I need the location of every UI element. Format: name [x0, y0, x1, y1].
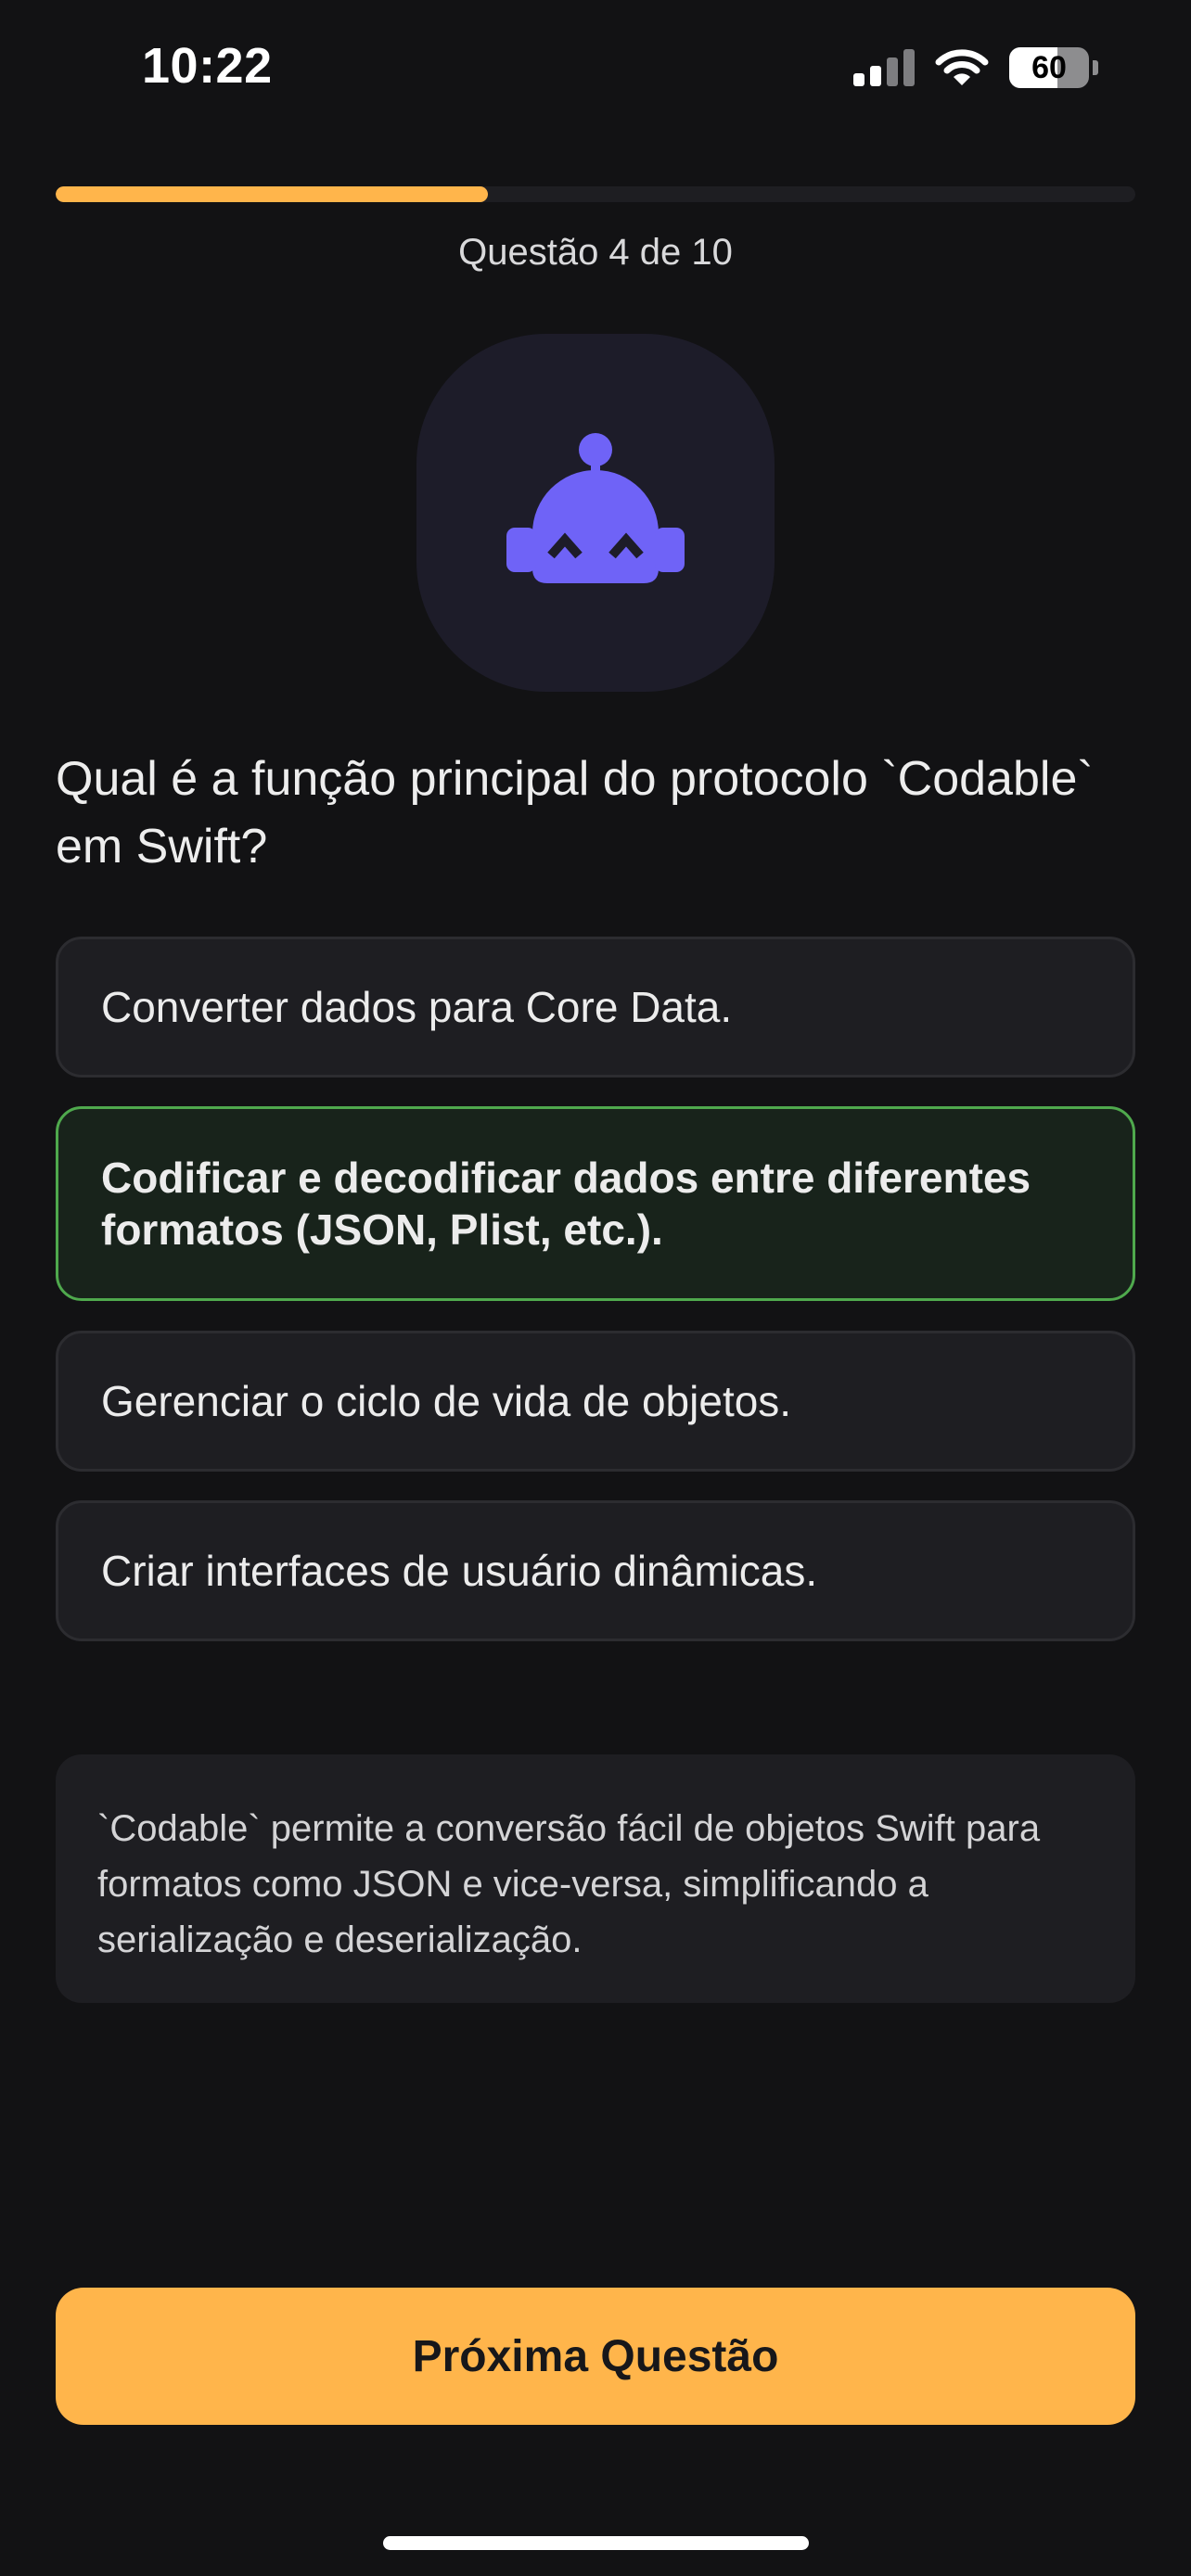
battery-icon: 60 — [1009, 47, 1089, 88]
next-question-button[interactable]: Próxima Questão — [56, 2288, 1135, 2425]
mascot-tile — [416, 334, 775, 692]
battery-cap — [1093, 60, 1098, 75]
explanation-card: `Codable` permite a conversão fácil de o… — [56, 1754, 1135, 2003]
question-text: Qual é a função principal do protocolo `… — [56, 752, 1094, 874]
answer-option-label: Gerenciar o ciclo de vida de objetos. — [101, 1377, 792, 1425]
answer-option-label: Converter dados para Core Data. — [101, 983, 733, 1031]
answer-option-3[interactable]: Gerenciar o ciclo de vida de objetos. — [56, 1331, 1135, 1472]
robot-icon — [506, 433, 685, 583]
answer-option-1[interactable]: Converter dados para Core Data. — [56, 937, 1135, 1078]
status-time: 10:22 — [142, 38, 273, 94]
explanation-text: `Codable` permite a conversão fácil de o… — [97, 1808, 1041, 1960]
home-indicator[interactable] — [383, 2536, 809, 2550]
answer-option-4[interactable]: Criar interfaces de usuário dinâmicas. — [56, 1500, 1135, 1641]
progress-bar — [56, 186, 1135, 202]
answer-option-label: Codificar e decodificar dados entre dife… — [101, 1154, 1031, 1254]
battery-level: 60 — [1031, 49, 1067, 85]
answer-option-label: Criar interfaces de usuário dinâmicas. — [101, 1547, 818, 1595]
status-icons: 60 — [853, 45, 1098, 91]
progress-fill — [56, 186, 488, 202]
progress-label: Questão 4 de 10 — [458, 232, 733, 273]
cellular-signal-icon — [853, 49, 915, 86]
wifi-icon — [935, 49, 989, 85]
answer-option-2-correct[interactable]: Codificar e decodificar dados entre dife… — [56, 1106, 1135, 1301]
